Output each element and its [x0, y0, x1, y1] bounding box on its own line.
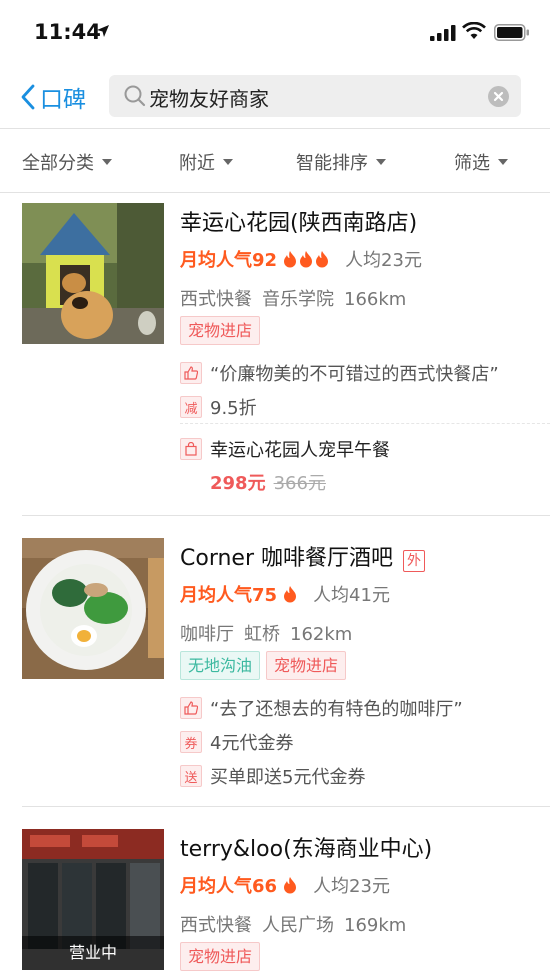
flame-icon	[284, 877, 297, 894]
discount-text: 9.5折	[210, 398, 257, 419]
gift-row: 送 买单即送5元代金券	[180, 763, 365, 789]
avg-price: 人均41元	[313, 585, 390, 606]
review-row: “去了还想去的有特色的咖啡厅”	[180, 695, 463, 721]
caret-down-icon	[102, 159, 112, 165]
shop-photo	[22, 538, 164, 679]
shop-meta: 西式快餐 音乐学院 166km	[180, 285, 416, 311]
caret-down-icon	[376, 159, 386, 165]
flames	[283, 876, 299, 894]
shop-photo	[22, 203, 164, 344]
discount-row: 减 9.5折	[180, 394, 257, 420]
shop-title: 幸运心花园(陕西南路店)	[180, 211, 418, 236]
filter-nearby-label: 附近	[179, 153, 215, 174]
filter-bar: 全部分类 附近 智能排序 筛选	[0, 129, 550, 192]
search-query: 宠物友好商家	[149, 87, 269, 111]
back-label: 口碑	[40, 87, 86, 113]
shop-title: terry&loo(东海商业中心)	[180, 837, 433, 862]
chevron-left-icon	[21, 84, 35, 110]
shop-distance: 169km	[344, 915, 407, 936]
popularity-row: 月均人气66 人均23元	[180, 872, 390, 898]
shop-title-text: Corner 咖啡餐厅酒吧	[180, 546, 393, 571]
gift-badge: 送	[180, 765, 202, 787]
deal-row[interactable]: 幸运心花园人宠早午餐	[180, 436, 390, 462]
flame-icon	[316, 251, 329, 268]
coupon-badge: 券	[180, 731, 202, 753]
shop-meta: 西式快餐 人民广场 169km	[180, 911, 416, 937]
coupon-row: 券 4元代金券	[180, 729, 293, 755]
pet-tag: 宠物进店	[180, 316, 261, 345]
deal-divider	[180, 423, 550, 424]
shop-meta: 咖啡厅 虹桥 162km	[180, 620, 362, 646]
caret-down-icon	[223, 159, 233, 165]
filter-sort-label: 智能排序	[296, 153, 368, 174]
flame-icon	[284, 586, 297, 603]
deal-price: 298元	[210, 473, 266, 494]
flames	[283, 585, 299, 603]
search-icon	[124, 85, 146, 107]
popularity: 月均人气92	[180, 250, 278, 271]
shop-card[interactable]: Corner 咖啡餐厅酒吧外 月均人气75 人均41元 咖啡厅 虹桥 162km 无…	[0, 516, 550, 806]
filter-sort[interactable]: 智能排序	[296, 149, 386, 175]
discount-badge: 减	[180, 396, 202, 418]
shop-category: 咖啡厅	[180, 624, 234, 645]
wifi-icon	[462, 22, 486, 39]
cellular-signal-icon	[430, 25, 456, 41]
avg-price: 人均23元	[345, 250, 422, 271]
battery-icon	[494, 24, 529, 41]
search-input[interactable]: 宠物友好商家	[109, 75, 521, 117]
filter-screen-label: 筛选	[454, 153, 490, 174]
nav-bar: 口碑 宠物友好商家	[0, 64, 550, 128]
status-bar: 11:44	[0, 0, 550, 64]
filter-screen[interactable]: 筛选	[454, 149, 508, 175]
thumbs-up-icon	[180, 362, 202, 384]
filter-category[interactable]: 全部分类	[22, 149, 112, 175]
flames	[283, 250, 331, 268]
no-gutter-oil-tag: 无地沟油	[180, 651, 261, 680]
review-text: “价廉物美的不可错过的西式快餐店”	[210, 364, 499, 385]
takeout-badge: 外	[403, 550, 425, 572]
shop-area: 人民广场	[262, 915, 334, 936]
shop-title: Corner 咖啡餐厅酒吧外	[180, 540, 425, 572]
clear-search-icon[interactable]	[488, 86, 509, 107]
filter-nearby[interactable]: 附近	[179, 149, 233, 175]
shop-distance: 166km	[344, 289, 407, 310]
popularity: 月均人气66	[180, 876, 278, 897]
shop-card[interactable]: 营业中 terry&loo(东海商业中心) 月均人气66 人均23元 西式快餐人…	[0, 807, 550, 977]
shop-area: 虹桥	[244, 624, 280, 645]
location-arrow-icon	[97, 25, 109, 37]
open-status-badge: 营业中	[22, 936, 164, 970]
shop-area: 音乐学院	[262, 289, 334, 310]
review-text: “去了还想去的有特色的咖啡厅”	[210, 699, 463, 720]
deal-title: 幸运心花园人宠早午餐	[210, 440, 390, 461]
pet-tag: 宠物进店	[266, 651, 347, 680]
popularity-row: 月均人气92 人均23元	[180, 246, 422, 272]
thumbs-up-icon	[180, 697, 202, 719]
review-row: “价廉物美的不可错过的西式快餐店”	[180, 360, 499, 386]
back-button[interactable]: 口碑	[20, 80, 86, 114]
flame-icon	[300, 251, 313, 268]
shopping-bag-icon	[180, 438, 202, 460]
deal-old-price: 366元	[273, 473, 326, 494]
shop-card[interactable]: 幸运心花园(陕西南路店) 月均人气92 人均23元 西式快餐 音乐学院 166km …	[0, 193, 550, 515]
coupon-text: 4元代金券	[210, 733, 294, 754]
shop-category: 西式快餐	[180, 915, 252, 936]
shop-photo: 营业中	[22, 829, 164, 970]
deal-price-row: 298元 366元	[210, 469, 326, 495]
pet-tag: 宠物进店	[180, 942, 261, 971]
status-time: 11:44	[34, 20, 101, 44]
shop-category: 西式快餐	[180, 289, 252, 310]
caret-down-icon	[498, 159, 508, 165]
flame-icon	[284, 251, 297, 268]
shop-distance: 162km	[290, 624, 353, 645]
popularity-row: 月均人气75 人均41元	[180, 581, 390, 607]
avg-price: 人均23元	[313, 876, 390, 897]
gift-text: 买单即送5元代金券	[210, 767, 366, 788]
popularity: 月均人气75	[180, 585, 278, 606]
filter-category-label: 全部分类	[22, 153, 94, 174]
